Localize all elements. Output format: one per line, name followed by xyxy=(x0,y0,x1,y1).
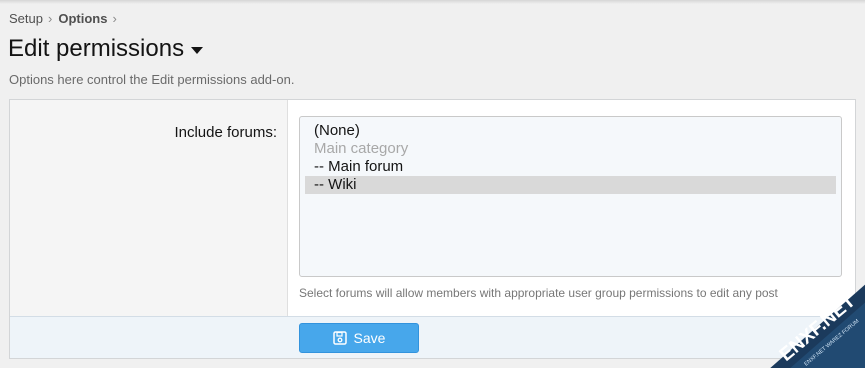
listbox-option-main-category: Main category xyxy=(314,140,409,157)
include-forums-hint: Select forums will allow members with ap… xyxy=(299,286,778,300)
options-panel: Include forums: (None) Main category -- … xyxy=(9,99,856,359)
watermark-logo: ENXF.NET ENXF.NET WAREZ FORUM xyxy=(748,262,865,368)
save-button-label: Save xyxy=(353,330,386,346)
include-forums-label: Include forums: xyxy=(174,124,277,141)
listbox-option-main-forum[interactable]: -- Main forum xyxy=(305,158,836,176)
top-shadow xyxy=(0,0,865,4)
listbox-option-none[interactable]: (None) xyxy=(305,122,836,140)
page-title-text: Edit permissions xyxy=(8,35,185,62)
option-label-column: Include forums: xyxy=(10,100,288,316)
page-description: Options here control the Edit permission… xyxy=(9,72,295,87)
breadcrumb-options[interactable]: Options xyxy=(58,11,107,26)
breadcrumb-separator: › xyxy=(47,11,53,26)
save-icon xyxy=(332,331,347,345)
page-title[interactable]: Edit permissions xyxy=(8,35,204,63)
breadcrumb-separator: › xyxy=(112,11,117,26)
listbox-option-wiki[interactable]: -- Wiki xyxy=(305,176,836,194)
breadcrumb-setup[interactable]: Setup xyxy=(9,11,43,26)
save-button[interactable]: Save xyxy=(299,323,419,353)
include-forums-listbox[interactable]: (None) Main category -- Main forum -- Wi… xyxy=(299,116,842,277)
form-footer: Save xyxy=(10,316,855,358)
breadcrumb: Setup › Options › xyxy=(9,11,123,26)
caret-down-icon[interactable] xyxy=(191,46,204,54)
